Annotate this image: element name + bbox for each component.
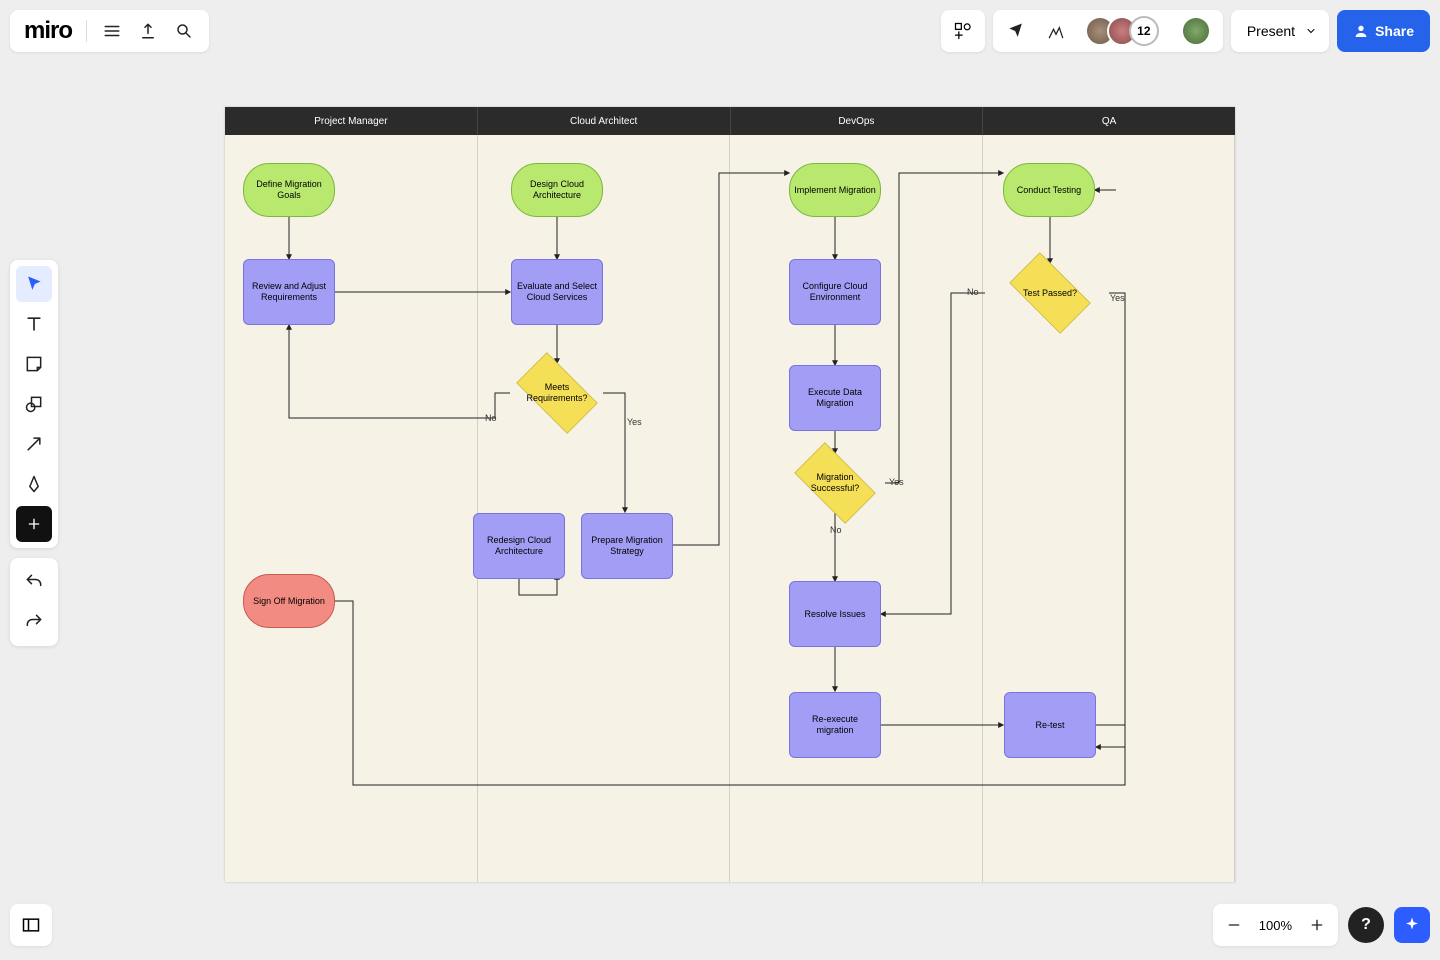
tools-group	[10, 260, 58, 548]
edge-label-no: No	[967, 287, 979, 297]
pen-tool[interactable]	[16, 466, 52, 502]
node-resolve[interactable]: Resolve Issues	[789, 581, 881, 647]
top-right-panel: 12 Present Share	[941, 10, 1430, 52]
lanes-body: Define Migration Goals Review and Adjust…	[225, 135, 1235, 882]
lane-pm	[225, 135, 478, 882]
node-signoff[interactable]: Sign Off Migration	[243, 574, 335, 628]
edge-label-yes: Yes	[627, 417, 642, 427]
node-retest[interactable]: Re-test	[1004, 692, 1096, 758]
reactions-icon[interactable]	[1045, 20, 1067, 42]
lane-header[interactable]: QA	[983, 107, 1235, 135]
node-design-arch[interactable]: Design Cloud Architecture	[511, 163, 603, 217]
bottom-right-panel: 100% ?	[1213, 904, 1430, 946]
miro-logo[interactable]: miro	[24, 17, 72, 45]
share-label: Share	[1375, 23, 1414, 39]
arrow-tool[interactable]	[16, 426, 52, 462]
node-implement[interactable]: Implement Migration	[789, 163, 881, 217]
node-test-passed[interactable]: Test Passed?	[1000, 263, 1100, 323]
ai-button[interactable]	[1394, 907, 1430, 943]
node-meets-req[interactable]: Meets Requirements?	[507, 363, 607, 423]
chevron-down-icon	[1305, 25, 1317, 37]
collaborators[interactable]: 12	[1085, 16, 1159, 46]
undo-button[interactable]	[16, 564, 52, 600]
search-icon[interactable]	[173, 20, 195, 42]
collab-panel: 12	[993, 10, 1223, 52]
lane-architect	[478, 135, 731, 882]
left-toolbar	[10, 260, 58, 646]
history-group	[10, 558, 58, 646]
divider	[86, 20, 87, 42]
node-conduct-testing[interactable]: Conduct Testing	[1003, 163, 1095, 217]
swimlane-header: Project Manager Cloud Architect DevOps Q…	[225, 107, 1235, 135]
export-icon[interactable]	[137, 20, 159, 42]
shapes-tool[interactable]	[16, 386, 52, 422]
lane-header[interactable]: DevOps	[731, 107, 984, 135]
sticky-note-tool[interactable]	[16, 346, 52, 382]
avatar-count: 12	[1129, 16, 1159, 46]
node-review-req[interactable]: Review and Adjust Requirements	[243, 259, 335, 325]
node-mig-success[interactable]: Migration Successful?	[785, 453, 885, 513]
share-user-icon	[1353, 23, 1369, 39]
select-tool[interactable]	[16, 266, 52, 302]
board-canvas[interactable]: Project Manager Cloud Architect DevOps Q…	[225, 107, 1235, 882]
lane-qa	[983, 135, 1236, 882]
zoom-out-button[interactable]	[1223, 914, 1245, 936]
cursor-icon[interactable]	[1005, 20, 1027, 42]
share-button[interactable]: Share	[1337, 10, 1430, 52]
node-define-goals[interactable]: Define Migration Goals	[243, 163, 335, 217]
zoom-controls: 100%	[1213, 904, 1338, 946]
node-prepare[interactable]: Prepare Migration Strategy	[581, 513, 673, 579]
zoom-level[interactable]: 100%	[1259, 918, 1292, 933]
edge-label-yes: Yes	[889, 477, 904, 487]
text-tool[interactable]	[16, 306, 52, 342]
frames-panel-button[interactable]	[10, 904, 52, 946]
help-button[interactable]: ?	[1348, 907, 1384, 943]
menu-icon[interactable]	[101, 20, 123, 42]
node-redesign[interactable]: Redesign Cloud Architecture	[473, 513, 565, 579]
lane-header[interactable]: Cloud Architect	[478, 107, 731, 135]
top-left-panel: miro	[10, 10, 209, 52]
user-avatar[interactable]	[1181, 16, 1211, 46]
redo-button[interactable]	[16, 604, 52, 640]
edge-label-yes: Yes	[1110, 293, 1125, 303]
node-reexecute[interactable]: Re-execute migration	[789, 692, 881, 758]
node-execute[interactable]: Execute Data Migration	[789, 365, 881, 431]
present-button[interactable]: Present	[1231, 10, 1329, 52]
zoom-in-button[interactable]	[1306, 914, 1328, 936]
edge-label-no: No	[485, 413, 497, 423]
edge-label-no: No	[830, 525, 842, 535]
node-evaluate[interactable]: Evaluate and Select Cloud Services	[511, 259, 603, 325]
present-label: Present	[1247, 23, 1295, 39]
apps-button[interactable]	[941, 10, 985, 52]
lane-header[interactable]: Project Manager	[225, 107, 478, 135]
more-tools[interactable]	[16, 506, 52, 542]
node-configure[interactable]: Configure Cloud Environment	[789, 259, 881, 325]
